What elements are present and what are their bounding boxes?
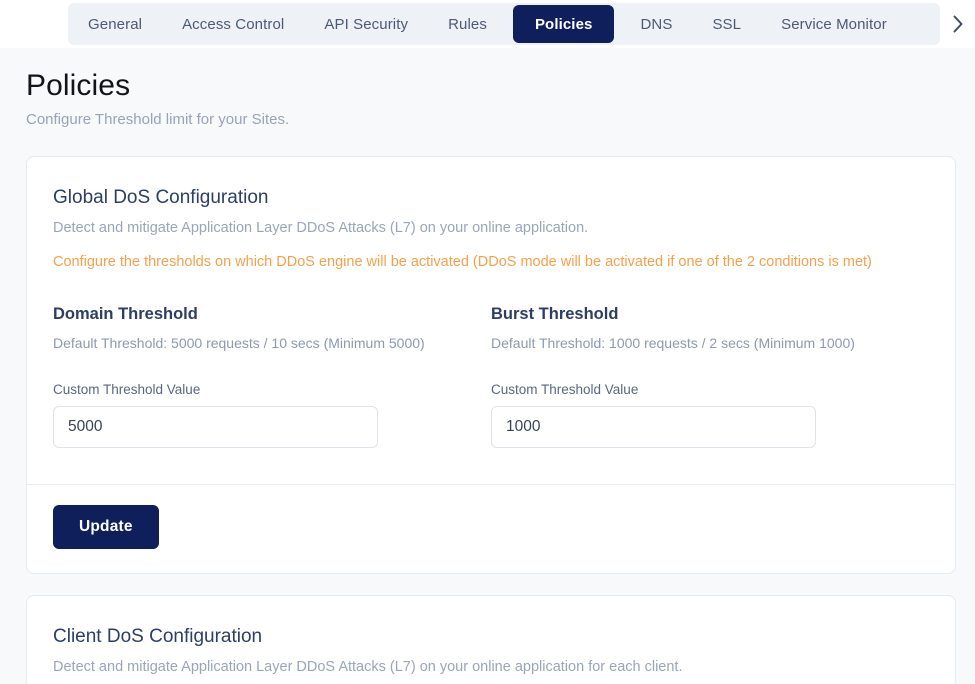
global-dos-warning-text: Configure the thresholds on which DDoS e… bbox=[53, 254, 872, 270]
tab-general[interactable]: General bbox=[68, 3, 162, 45]
client-dos-card-subtitle: Detect and mitigate Application Layer DD… bbox=[53, 659, 683, 675]
global-dos-card-subtitle: Detect and mitigate Application Layer DD… bbox=[53, 220, 589, 236]
page-subtitle: Configure Threshold limit for your Sites… bbox=[26, 111, 290, 128]
tab-rules[interactable]: Rules bbox=[428, 3, 507, 45]
tab-ssl[interactable]: SSL bbox=[692, 3, 761, 45]
burst-threshold-field-label: Custom Threshold Value bbox=[491, 382, 639, 397]
domain-threshold-field-label: Custom Threshold Value bbox=[53, 382, 201, 397]
global-dos-actions: Update bbox=[53, 505, 159, 549]
tab-policies[interactable]: Policies bbox=[512, 5, 615, 43]
domain-threshold-column: Domain Threshold Default Threshold: 5000… bbox=[53, 303, 491, 448]
tabs-next-button[interactable] bbox=[940, 3, 975, 45]
burst-threshold-column: Burst Threshold Default Threshold: 1000 … bbox=[491, 303, 929, 448]
chevron-right-icon bbox=[952, 15, 964, 33]
client-dos-configuration-card: Client DoS Configuration Detect and miti… bbox=[26, 595, 956, 684]
burst-threshold-default: Default Threshold: 1000 requests / 2 sec… bbox=[491, 335, 855, 351]
global-dos-configuration-card: Global DoS Configuration Detect and miti… bbox=[26, 156, 956, 574]
domain-threshold-title: Domain Threshold bbox=[53, 305, 198, 323]
tab-service-monitor[interactable]: Service Monitor bbox=[761, 3, 907, 45]
page-title: Policies bbox=[26, 69, 131, 102]
page-header: Policies Configure Threshold limit for y… bbox=[0, 48, 975, 130]
tab-dns[interactable]: DNS bbox=[620, 3, 692, 45]
burst-custom-threshold-input[interactable] bbox=[491, 406, 816, 448]
domain-custom-threshold-input[interactable] bbox=[53, 406, 378, 448]
tab-api-security[interactable]: API Security bbox=[304, 3, 428, 45]
card-divider bbox=[27, 484, 955, 485]
tab-bar: General Access Control API Security Rules Po… bbox=[0, 0, 975, 48]
global-dos-card-title: Global DoS Configuration bbox=[53, 187, 269, 208]
client-dos-card-title: Client DoS Configuration bbox=[53, 626, 263, 647]
burst-threshold-title: Burst Threshold bbox=[491, 305, 619, 323]
tab-access-control[interactable]: Access Control bbox=[162, 3, 304, 45]
domain-threshold-default: Default Threshold: 5000 requests / 10 se… bbox=[53, 335, 425, 351]
tab-strip: General Access Control API Security Rules Po… bbox=[68, 3, 940, 45]
update-button[interactable]: Update bbox=[53, 505, 159, 549]
threshold-columns: Domain Threshold Default Threshold: 5000… bbox=[53, 303, 929, 448]
page-body: Policies Configure Threshold limit for y… bbox=[0, 48, 975, 684]
